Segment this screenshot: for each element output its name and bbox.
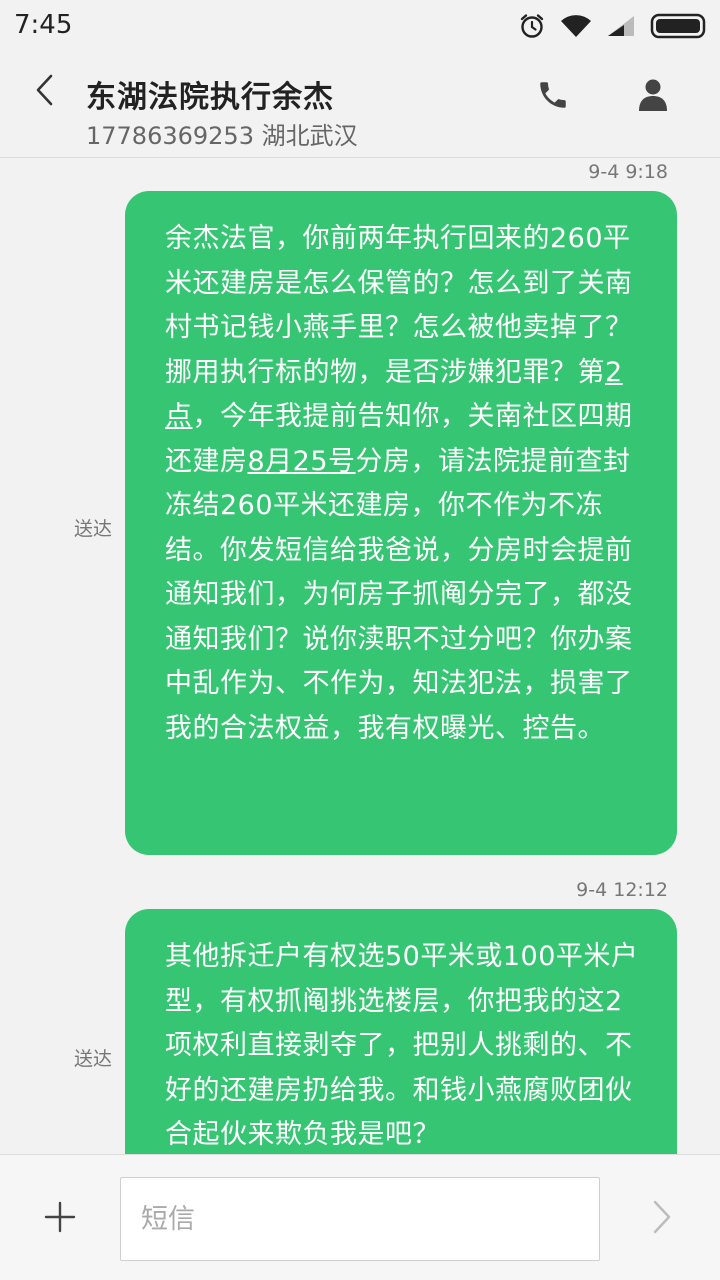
plus-icon (44, 1201, 76, 1237)
messaging-app: 7:45 东湖法院执行余杰 17786369253 湖北武汉 9-4 9:18 … (0, 0, 720, 1280)
status-bar: 7:45 (0, 0, 720, 50)
attach-button[interactable] (38, 1197, 82, 1241)
message-text: 余杰法官，你前两年执行回来的260平米还建房是怎么保管的？怎么到了关南村书记钱小… (165, 223, 633, 388)
contact-profile-button[interactable] (630, 74, 676, 120)
send-chevron-icon (651, 1199, 673, 1239)
top-area: 7:45 东湖法院执行余杰 17786369253 湖北武汉 (0, 0, 720, 158)
alarm-icon (518, 12, 546, 40)
status-time: 7:45 (14, 10, 73, 40)
contact-name: 东湖法院执行余杰 (86, 80, 334, 115)
compose-bar (0, 1154, 720, 1280)
message-text: 分房，请法院提前查封冻结260平米还建房，你不作为不冻结。你发短信给我爸说，分房… (165, 445, 633, 744)
person-icon (638, 78, 668, 116)
contact-number-location: 17786369253 湖北武汉 (86, 122, 358, 150)
message-timestamp: 9-4 12:12 (576, 879, 668, 901)
message-text: 其他拆迁户有权选50平米或100平米户型，有权抓阄挑选楼层，你把我的这2项权利直… (165, 941, 639, 1150)
message-bubble[interactable]: 其他拆迁户有权选50平米或100平米户型，有权抓阄挑选楼层，你把我的这2项权利直… (125, 909, 677, 1154)
phone-icon (536, 78, 570, 116)
signal-icon (606, 14, 636, 38)
delivery-status: 送达 (74, 1048, 113, 1070)
delivery-status: 送达 (74, 518, 113, 540)
status-icons (518, 10, 708, 42)
message-thread[interactable]: 9-4 9:18 送达 余杰法官，你前两年执行回来的260平米还建房是怎么保管的… (0, 159, 720, 1154)
message-bubble[interactable]: 余杰法官，你前两年执行回来的260平米还建房是怎么保管的？怎么到了关南村书记钱小… (125, 191, 677, 855)
message-link[interactable]: 8月25号 (248, 446, 356, 477)
conversation-header: 东湖法院执行余杰 17786369253 湖北武汉 (0, 50, 720, 158)
battery-icon (650, 13, 708, 39)
message-input[interactable] (120, 1177, 600, 1261)
back-arrow-icon (33, 73, 55, 111)
send-button[interactable] (640, 1197, 684, 1241)
message-timestamp: 9-4 9:18 (588, 161, 668, 183)
call-button[interactable] (530, 74, 576, 120)
back-button[interactable] (22, 70, 66, 114)
wifi-icon (560, 13, 592, 39)
